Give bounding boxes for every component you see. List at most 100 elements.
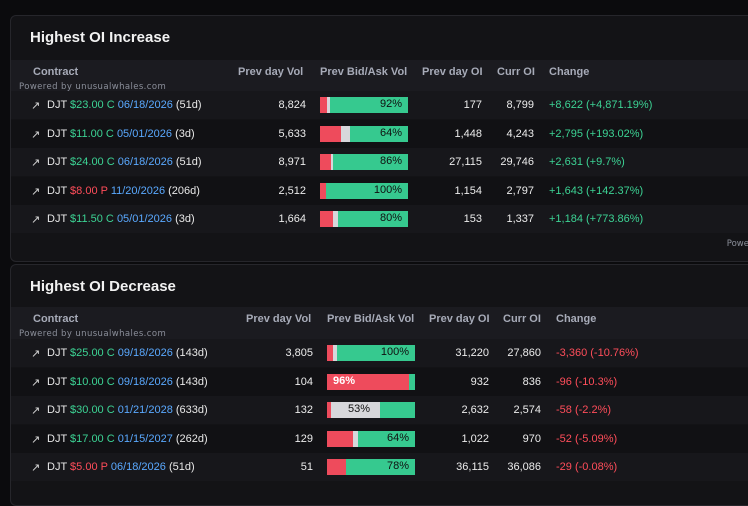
panel-title: Highest OI Increase xyxy=(30,29,171,46)
prev-oi-value: 27,115 xyxy=(449,156,482,168)
bar-percent: 86% xyxy=(379,155,402,167)
expiry: 05/01/2026 xyxy=(116,213,172,225)
symbol: DJT xyxy=(47,213,67,225)
change-value: +2,795 (+193.02%) xyxy=(549,127,644,140)
contract-cell[interactable]: DJT $23.00 C 06/18/2026 (51d) xyxy=(47,99,202,111)
bid-ask-bar: 64% xyxy=(327,430,415,447)
days-to-expiry: (143d) xyxy=(175,347,208,359)
bid-ask-bar: 64% xyxy=(320,125,408,142)
strike: $10.00 xyxy=(70,375,104,388)
arrow-up-right-icon[interactable]: ↗ xyxy=(31,213,40,226)
expiry: 11/20/2026 xyxy=(110,184,166,197)
bar-percent: 92% xyxy=(379,98,402,110)
prev-oi-value: 153 xyxy=(463,213,482,225)
table-row[interactable]: ↗ DJT $17.00 C 01/15/2027 (262d) 129 64% 1,0… xyxy=(11,424,748,453)
days-to-expiry: (51d) xyxy=(168,461,195,473)
prev-vol-value: 51 xyxy=(300,461,313,473)
bid-segment xyxy=(320,125,342,142)
table-row[interactable]: ↗ DJT $24.00 C 06/18/2026 (51d) 8,971 86% 27… xyxy=(11,148,748,176)
prev-oi-value: 36,115 xyxy=(456,461,489,473)
curr-oi-value: 1,337 xyxy=(506,213,534,225)
contract-cell[interactable]: DJT $30.00 C 01/21/2028 (633d) xyxy=(47,404,208,416)
arrow-up-right-icon[interactable]: ↗ xyxy=(31,128,40,141)
col-curr-oi[interactable]: Curr OI xyxy=(497,66,535,78)
curr-oi-value: 4,243 xyxy=(506,127,534,140)
option-type: C xyxy=(105,127,114,140)
arrow-up-right-icon[interactable]: ↗ xyxy=(31,347,40,360)
expiry: 01/21/2028 xyxy=(117,404,173,416)
change-value: -3,360 (-10.76%) xyxy=(556,347,639,359)
option-type: C xyxy=(106,347,115,359)
days-to-expiry: (3d) xyxy=(175,127,195,140)
symbol: DJT xyxy=(47,127,67,140)
prev-oi-value: 1,022 xyxy=(461,432,489,445)
curr-oi-value: 2,797 xyxy=(506,184,534,197)
option-type: C xyxy=(106,404,115,416)
col-curr-oi[interactable]: Curr OI xyxy=(503,313,541,325)
change-value: -58 (-2.2%) xyxy=(556,404,612,416)
col-prev-vol[interactable]: Prev day Vol xyxy=(246,313,311,325)
arrow-up-right-icon[interactable]: ↗ xyxy=(31,433,40,446)
contract-cell[interactable]: DJT $11.50 C 05/01/2026 (3d) xyxy=(47,213,195,225)
table-row[interactable]: ↗ DJT $23.00 C 06/18/2026 (51d) 8,824 92% 17… xyxy=(11,91,748,119)
strike: $24.00 xyxy=(70,156,104,168)
col-contract[interactable]: Contract xyxy=(33,66,78,78)
table-row[interactable]: ↗ DJT $8.00 P 11/20/2026 (206d) 2,512 100% 1… xyxy=(11,176,748,205)
strike: $8.00 xyxy=(70,184,98,197)
prev-vol-value: 129 xyxy=(294,432,313,445)
bid-ask-bar: 80% xyxy=(320,211,408,227)
contract-cell[interactable]: DJT $25.00 C 09/18/2026 (143d) xyxy=(47,347,208,359)
col-bidask[interactable]: Prev Bid/Ask Vol xyxy=(327,313,414,325)
bar-percent: 100% xyxy=(380,346,409,358)
col-contract[interactable]: Contract xyxy=(33,313,78,325)
option-type: C xyxy=(106,99,115,111)
col-prev-vol[interactable]: Prev day Vol xyxy=(238,66,303,78)
contract-cell[interactable]: DJT $5.00 P 06/18/2026 (51d) xyxy=(47,461,195,473)
table-row[interactable]: ↗ DJT $5.00 P 06/18/2026 (51d) 51 78% 36,115… xyxy=(11,453,748,481)
option-type: C xyxy=(106,432,115,445)
curr-oi-value: 2,574 xyxy=(513,404,541,416)
contract-cell[interactable]: DJT $11.00 C 05/01/2026 (3d) xyxy=(47,128,195,140)
symbol: DJT xyxy=(47,375,67,388)
prev-vol-value: 5,633 xyxy=(278,127,306,140)
table-row[interactable]: ↗ DJT $11.00 C 05/01/2026 (3d) 5,633 64% 1,4… xyxy=(11,119,748,148)
bid-ask-bar: 100% xyxy=(320,182,408,199)
arrow-up-right-icon[interactable]: ↗ xyxy=(31,185,40,198)
prev-oi-value: 177 xyxy=(463,99,482,111)
table-row[interactable]: ↗ DJT $30.00 C 01/21/2028 (633d) 132 53% 2,6… xyxy=(11,396,748,424)
mid-segment xyxy=(341,125,350,142)
symbol: DJT xyxy=(47,184,67,197)
col-change[interactable]: Change xyxy=(549,66,589,78)
contract-cell[interactable]: DJT $17.00 C 01/15/2027 (262d) xyxy=(47,433,208,445)
bid-segment xyxy=(327,430,354,447)
col-prev-oi[interactable]: Prev day OI xyxy=(429,313,490,325)
expiry: 06/18/2026 xyxy=(117,99,173,111)
contract-cell[interactable]: DJT $8.00 P 11/20/2026 (206d) xyxy=(47,185,200,197)
arrow-up-right-icon[interactable]: ↗ xyxy=(31,461,40,474)
change-value: -29 (-0.08%) xyxy=(556,461,618,473)
table-header: Contract Prev day Vol Prev Bid/Ask Vol P… xyxy=(11,307,748,341)
bar-percent: 53% xyxy=(348,403,371,415)
col-change[interactable]: Change xyxy=(556,313,596,325)
days-to-expiry: (633d) xyxy=(175,404,208,416)
change-value: -96 (-10.3%) xyxy=(556,375,618,388)
arrow-up-right-icon[interactable]: ↗ xyxy=(31,99,40,112)
table-row[interactable]: ↗ DJT $25.00 C 09/18/2026 (143d) 3,805 100%… xyxy=(11,339,748,367)
bid-ask-bar: 92% xyxy=(320,97,408,113)
arrow-up-right-icon[interactable]: ↗ xyxy=(31,156,40,169)
strike: $11.00 xyxy=(70,127,103,140)
table-row[interactable]: ↗ DJT $10.00 C 09/18/2026 (143d) 104 96% 932… xyxy=(11,367,748,396)
col-bidask[interactable]: Prev Bid/Ask Vol xyxy=(320,66,407,78)
contract-cell[interactable]: DJT $24.00 C 06/18/2026 (51d) xyxy=(47,156,202,168)
panel-title: Highest OI Decrease xyxy=(30,278,176,295)
contract-cell[interactable]: DJT $10.00 C 09/18/2026 (143d) xyxy=(47,376,208,388)
arrow-up-right-icon[interactable]: ↗ xyxy=(31,376,40,389)
oi-decrease-panel: Highest OI Decrease Contract Prev day Vo… xyxy=(10,264,748,506)
option-type: C xyxy=(105,213,114,225)
days-to-expiry: (206d) xyxy=(168,184,200,197)
table-row[interactable]: ↗ DJT $11.50 C 05/01/2026 (3d) 1,664 80% 153… xyxy=(11,205,748,233)
bid-ask-bar: 86% xyxy=(320,154,408,170)
arrow-up-right-icon[interactable]: ↗ xyxy=(31,404,40,417)
prev-vol-value: 104 xyxy=(294,375,313,388)
col-prev-oi[interactable]: Prev day OI xyxy=(422,66,483,78)
